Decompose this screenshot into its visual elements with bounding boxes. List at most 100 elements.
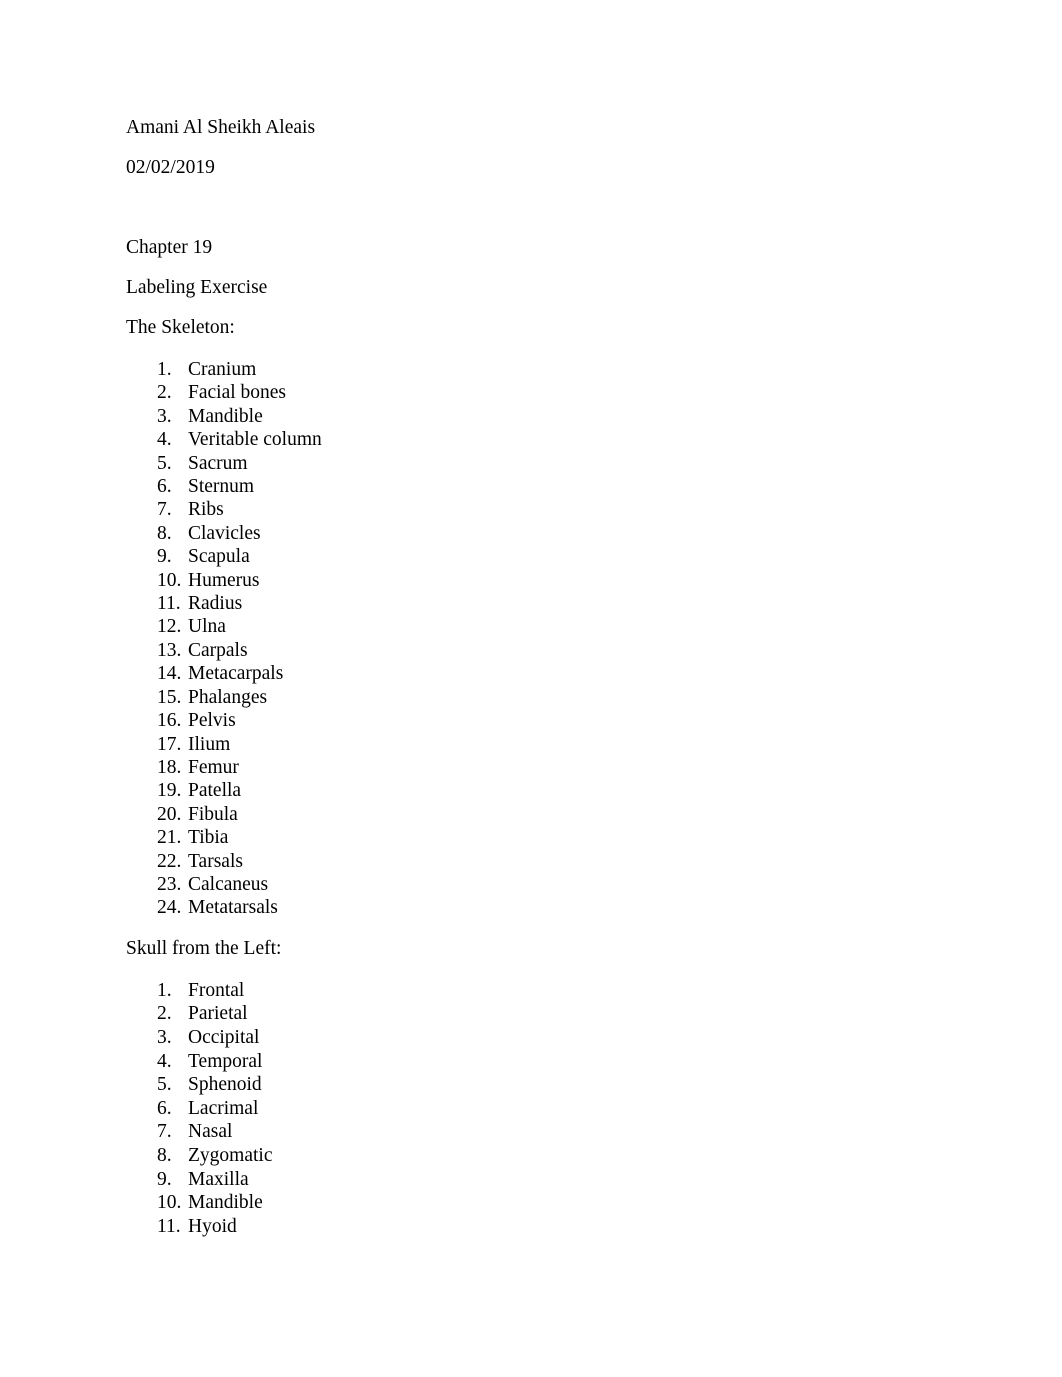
list-item: 4. Temporal [126, 1050, 936, 1074]
list-item: 16. Pelvis [126, 709, 936, 732]
list-item: 11. Radius [126, 592, 936, 615]
list-item: 9. Scapula [126, 545, 936, 568]
list-item-number: 10. [157, 569, 182, 591]
list-item-number: 5. [157, 1074, 172, 1096]
list-item-label: Radius [188, 593, 243, 615]
list-item-number: 11. [157, 593, 181, 615]
list-item-number: 20. [157, 803, 182, 825]
list-item-label: Parietal [188, 1003, 248, 1025]
list-item-number: 21. [157, 827, 182, 849]
author-name: Amani Al Sheikh Aleais [126, 117, 316, 138]
list-item: 8. Zygomatic [126, 1144, 936, 1168]
list-item: 6. Sternum [126, 475, 936, 498]
skeleton-list-block: 1. Cranium 2. Facial bones 3. Mandible 4. Ve… [126, 358, 936, 920]
list-item-number: 13. [157, 639, 182, 661]
list-item-label: Ilium [188, 733, 231, 755]
list-item-number: 10. [157, 1192, 182, 1214]
blank-paragraph [126, 198, 936, 218]
list-item-number: 14. [157, 663, 182, 685]
list-item: 18. Femur [126, 756, 936, 779]
list-item-number: 2. [157, 382, 172, 404]
list-item-label: Phalanges [188, 686, 268, 708]
list-item: 6. Lacrimal [126, 1097, 936, 1121]
list-item-number: 5. [157, 452, 172, 474]
skull-list-block: 1. Frontal 2. Parietal 3. Occipital 4. Tempo… [126, 979, 936, 1239]
list-item-number: 1. [157, 359, 172, 380]
list-item-number: 19. [157, 780, 182, 802]
list-item: 8. Clavicles [126, 522, 936, 545]
list-item-label: Veritable column [188, 429, 322, 451]
list-item-label: Patella [188, 780, 242, 802]
list-item: 15. Phalanges [126, 686, 936, 709]
list-item: 1. Frontal [126, 979, 936, 1003]
list-item-label: Maxilla [188, 1168, 249, 1190]
list-item-label: Temporal [188, 1050, 263, 1072]
list-item: 21. Tibia [126, 826, 936, 849]
list-item: 11. Hyoid [126, 1215, 936, 1239]
list-item-label: Clavicles [188, 522, 261, 544]
list-item-number: 4. [157, 429, 172, 451]
section-heading-skeleton: The Skeleton: [126, 317, 235, 338]
list-item-label: Pelvis [188, 710, 236, 732]
list-item: 1. Cranium [126, 358, 936, 381]
list-item-number: 1. [157, 979, 172, 1001]
list-item: 7. Ribs [126, 498, 936, 521]
list-item-label: Calcaneus [188, 873, 269, 895]
list-item-number: 16. [157, 710, 182, 732]
list-item-label: Lacrimal [188, 1097, 259, 1119]
list-item: 19. Patella [126, 779, 936, 802]
list-item: 13. Carpals [126, 639, 936, 662]
list-item-label: Occipital [188, 1026, 260, 1048]
list-item: 23. Calcaneus [126, 873, 936, 896]
list-item-label: Metacarpals [188, 663, 284, 685]
list-item-number: 9. [157, 1168, 172, 1190]
list-item-number: 8. [157, 522, 172, 544]
list-item-label: Mandible [188, 405, 263, 427]
list-item-label: Sternum [188, 476, 255, 498]
list-item: 2. Parietal [126, 1002, 936, 1026]
skeleton-label-list: 1. Cranium 2. Facial bones 3. Mandible 4. Ve… [126, 358, 936, 920]
list-item-label: Hyoid [188, 1215, 237, 1237]
list-item-number: 3. [157, 1026, 172, 1048]
list-item-label: Tibia [188, 827, 229, 849]
list-item: 20. Fibula [126, 803, 936, 826]
section-heading-skull: Skull from the Left: [126, 937, 282, 959]
list-item-label: Humerus [188, 569, 260, 591]
list-item-number: 15. [157, 686, 182, 708]
list-item-label: Zygomatic [188, 1144, 273, 1166]
skull-label-list: 1. Frontal 2. Parietal 3. Occipital 4. Tempo… [126, 979, 936, 1239]
list-item: 9. Maxilla [126, 1168, 936, 1192]
list-item-label: Facial bones [188, 382, 287, 404]
list-item-number: 6. [157, 1097, 172, 1119]
document-page: Amani Al Sheikh Aleais 02/02/2019 Chapte… [0, 0, 1062, 1377]
list-item-number: 23. [157, 873, 182, 895]
list-item: 10. Mandible [126, 1191, 936, 1215]
list-item-label: Scapula [188, 546, 250, 568]
list-item: 17. Ilium [126, 733, 936, 756]
list-item: 12. Ulna [126, 615, 936, 638]
document-body: Amani Al Sheikh Aleais 02/02/2019 Chapte… [126, 118, 936, 1238]
list-item: 7. Nasal [126, 1120, 936, 1144]
document-date: 02/02/2019 [126, 157, 215, 178]
list-item-number: 7. [157, 499, 172, 521]
list-item-label: Mandible [188, 1192, 263, 1214]
list-item-label: Ribs [188, 499, 224, 521]
list-item-number: 22. [157, 850, 182, 872]
list-item-label: Femur [188, 756, 239, 778]
chapter-heading: Chapter 19 [126, 237, 213, 258]
list-item: 3. Occipital [126, 1026, 936, 1050]
list-item-label: Cranium [188, 359, 257, 380]
list-item-label: Metatarsals [188, 897, 278, 919]
list-item-number: 6. [157, 476, 172, 498]
list-item-label: Sacrum [188, 452, 248, 474]
list-item-label: Tarsals [188, 850, 243, 872]
list-item-number: 7. [157, 1121, 172, 1143]
list-item-number: 9. [157, 546, 172, 568]
list-item-number: 3. [157, 405, 172, 427]
list-item: 5. Sacrum [126, 452, 936, 475]
list-item-label: Carpals [188, 639, 248, 661]
list-item-label: Fibula [188, 803, 238, 825]
list-item-number: 4. [157, 1050, 172, 1072]
list-item-number: 24. [157, 897, 182, 919]
list-item-label: Ulna [188, 616, 226, 638]
